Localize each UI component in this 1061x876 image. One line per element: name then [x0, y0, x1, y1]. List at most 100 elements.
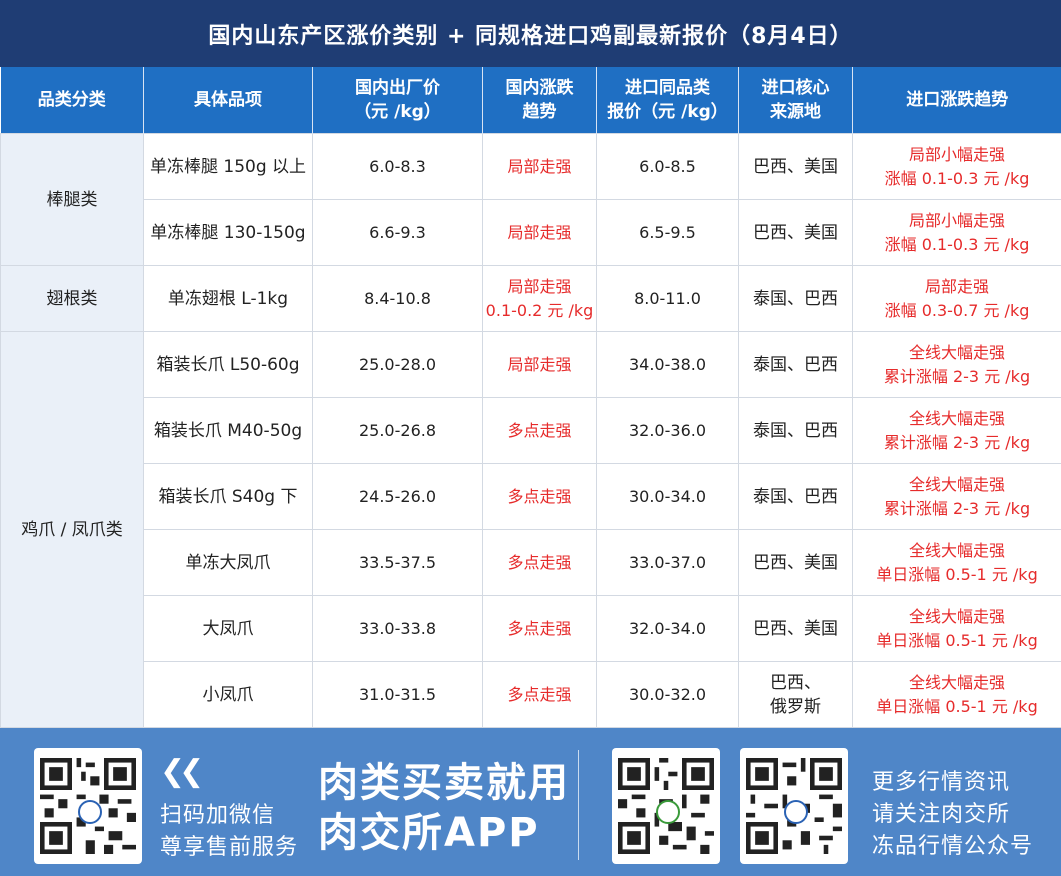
app-slogan: 肉类买卖就用 肉交所APP [318, 758, 570, 858]
origin-cell-text: 巴西、美国 [753, 156, 838, 177]
wechat-logo-icon [656, 800, 680, 824]
import-price-cell-text: 33.0-37.0 [628, 552, 707, 572]
item-cell: 箱装长爪 M40-50g [143, 397, 313, 464]
footer-divider [578, 750, 579, 860]
origin-cell: 巴西、美国 [738, 595, 853, 662]
price-table: 品类分类 具体品项 国内出厂价 （元 /kg） 国内涨跌 趋势 进口同品类 报价… [0, 67, 1061, 728]
import-trend-cell-text: 涨幅 0.3-0.7 元 /kg [884, 300, 1030, 320]
origin-cell: 巴西、 俄罗斯 [738, 661, 853, 728]
category-cell: 棒腿类 [0, 133, 144, 266]
import-trend-cell-text: 单日涨幅 0.5-1 元 /kg [876, 630, 1038, 650]
wechat-logo-icon [78, 800, 102, 824]
domestic-trend-cell-text: 局部走强 [507, 276, 572, 296]
follow-line-3: 冻品行情公众号 [872, 834, 1034, 859]
origin-cell: 泰国、巴西 [738, 265, 853, 332]
domestic-price-cell: 8.4-10.8 [312, 265, 483, 332]
origin-cell: 泰国、巴西 [738, 331, 853, 398]
import-trend-cell-text: 涨幅 0.1-0.3 元 /kg [884, 168, 1030, 188]
import-trend-cell: 局部小幅走强 涨幅 0.1-0.3 元 /kg [852, 199, 1061, 266]
domestic-price-cell: 6.0-8.3 [312, 133, 483, 200]
import-trend-cell-text: 单日涨幅 0.5-1 元 /kg [876, 564, 1038, 584]
domestic-trend-cell-text: 多点走强 [507, 618, 572, 638]
double-chevron-left-icon: ❮❮ [160, 754, 204, 789]
import-price-cell-text: 8.0-11.0 [634, 288, 701, 308]
origin-cell-text: 泰国、巴西 [753, 354, 838, 375]
item-cell-text: 单冻大凤爪 [185, 552, 271, 573]
table-row: 箱装长爪 S40g 下 24.5-26.0 多点走强 30.0-34.0 泰国、巴西 全线… [1, 463, 1061, 530]
domestic-trend-cell-text: 局部走强 [507, 354, 572, 374]
domestic-price-cell-text: 6.0-8.3 [369, 156, 426, 176]
import-price-cell: 34.0-38.0 [596, 331, 739, 398]
domestic-price-cell-text: 25.0-26.8 [358, 420, 437, 440]
origin-cell-text: 巴西、美国 [753, 618, 838, 639]
import-trend-cell-text: 涨幅 0.1-0.3 元 /kg [884, 234, 1030, 254]
import-trend-cell-text: 累计涨幅 2-3 元 /kg [883, 432, 1031, 452]
domestic-trend-cell: 局部走强 [482, 133, 597, 200]
header-domestic-trend: 国内涨跌 趋势 [482, 67, 597, 134]
import-trend-cell-text: 局部走强 [924, 276, 989, 296]
domestic-trend-cell: 多点走强 [482, 661, 597, 728]
table-row: 大凤爪 33.0-33.8 多点走强 32.0-34.0 巴西、美国 全线大幅走强 单日涨幅… [1, 595, 1061, 662]
domestic-trend-cell: 多点走强 [482, 463, 597, 530]
import-price-cell-text: 32.0-36.0 [628, 420, 707, 440]
domestic-price-cell: 6.6-9.3 [312, 199, 483, 266]
import-trend-cell: 全线大幅走强 单日涨幅 0.5-1 元 /kg [852, 529, 1061, 596]
import-price-cell-text: 34.0-38.0 [628, 354, 707, 374]
import-price-cell-text: 30.0-32.0 [628, 684, 707, 704]
import-price-cell-text: 6.0-8.5 [639, 156, 696, 176]
scan-prompt: 扫码加微信 尊享售前服务 [160, 800, 298, 864]
import-trend-cell-text: 全线大幅走强 [908, 672, 1005, 692]
import-trend-cell: 全线大幅走强累计涨幅 2-3 元 /kg [852, 397, 1061, 464]
origin-cell-text: 巴西、 [770, 672, 821, 693]
domestic-trend-cell: 局部走强 [482, 199, 597, 266]
domestic-trend-cell-text: 局部走强 [507, 156, 572, 176]
item-cell-text: 单冻棒腿 150g 以上 [149, 156, 307, 177]
table-row: 小凤爪 31.0-31.5 多点走强 30.0-32.0 巴西、 俄罗斯 全线大幅走强 单日涨… [1, 661, 1061, 728]
origin-cell-text: 泰国、巴西 [753, 486, 838, 507]
table-row: 鸡爪 / 凤爪类 箱装长爪 L50-60g 25.0-28.0 局部走强 34.0-38… [0, 331, 1061, 728]
domestic-price-cell: 33.5-37.5 [312, 529, 483, 596]
domestic-price-cell-text: 6.6-9.3 [369, 222, 426, 242]
origin-cell-text: 泰国、巴西 [753, 420, 838, 441]
item-cell-text: 单冻翅根 L-1kg [167, 288, 289, 309]
origin-cell: 泰国、巴西 [738, 397, 853, 464]
import-price-cell-text: 6.5-9.5 [639, 222, 696, 242]
import-trend-cell-text: 全线大幅走强 [908, 474, 1005, 494]
domestic-price-cell: 24.5-26.0 [312, 463, 483, 530]
domestic-trend-cell-text: 多点走强 [507, 552, 572, 572]
item-cell: 箱装长爪 S40g 下 [143, 463, 313, 530]
table-row: 单冻棒腿 130-150g 6.6-9.3 局部走强 6.5-9.5 巴西、美国 局部小幅… [1, 199, 1061, 266]
domestic-trend-cell-text: 0.1-0.2 元 /kg [485, 300, 594, 320]
import-price-cell: 32.0-36.0 [596, 397, 739, 464]
domestic-trend-cell: 局部走强 [482, 331, 597, 398]
domestic-trend-cell: 多点走强 [482, 397, 597, 464]
slogan-line-1: 肉类买卖就用 [318, 760, 570, 806]
follow-line-1: 更多行情资讯 [872, 770, 1011, 795]
origin-cell: 巴西、美国 [738, 199, 853, 266]
slogan-line-2: 肉交所APP [318, 810, 540, 856]
domestic-trend-cell-text: 多点走强 [507, 420, 572, 440]
header-category: 品类分类 [0, 67, 144, 134]
import-trend-cell-text: 全线大幅走强 [908, 408, 1005, 428]
domestic-trend-cell-text: 多点走强 [507, 486, 572, 506]
domestic-price-cell-text: 33.5-37.5 [358, 552, 437, 572]
item-cell-text: 箱装长爪 M40-50g [153, 420, 303, 441]
domestic-trend-cell: 多点走强 [482, 529, 597, 596]
item-cell-text: 小凤爪 [202, 684, 254, 705]
import-trend-cell: 局部小幅走强 涨幅 0.1-0.3 元 /kg [852, 133, 1061, 200]
table-row: 箱装长爪 M40-50g 25.0-26.8 多点走强 32.0-36.0 泰国、巴西全… [1, 397, 1061, 464]
item-cell: 箱装长爪 L50-60g [143, 331, 313, 398]
domestic-price-cell-text: 25.0-28.0 [358, 354, 437, 374]
header-origin: 进口核心 来源地 [738, 67, 853, 134]
import-price-cell: 6.0-8.5 [596, 133, 739, 200]
page-title: 国内山东产区涨价类别 + 同规格进口鸡副最新报价（8月4日） [0, 0, 1061, 67]
import-trend-cell-text: 单日涨幅 0.5-1 元 /kg [876, 696, 1038, 716]
header-item: 具体品项 [143, 67, 313, 134]
origin-cell-text: 巴西、美国 [753, 552, 838, 573]
item-cell-text: 箱装长爪 L50-60g [156, 354, 300, 375]
item-cell: 单冻大凤爪 [143, 529, 313, 596]
header-import-trend: 进口涨跌趋势 [852, 67, 1061, 134]
import-trend-cell-text: 全线大幅走强 [908, 606, 1005, 626]
domestic-price-cell-text: 33.0-33.8 [358, 618, 437, 638]
import-price-cell: 8.0-11.0 [596, 265, 739, 332]
